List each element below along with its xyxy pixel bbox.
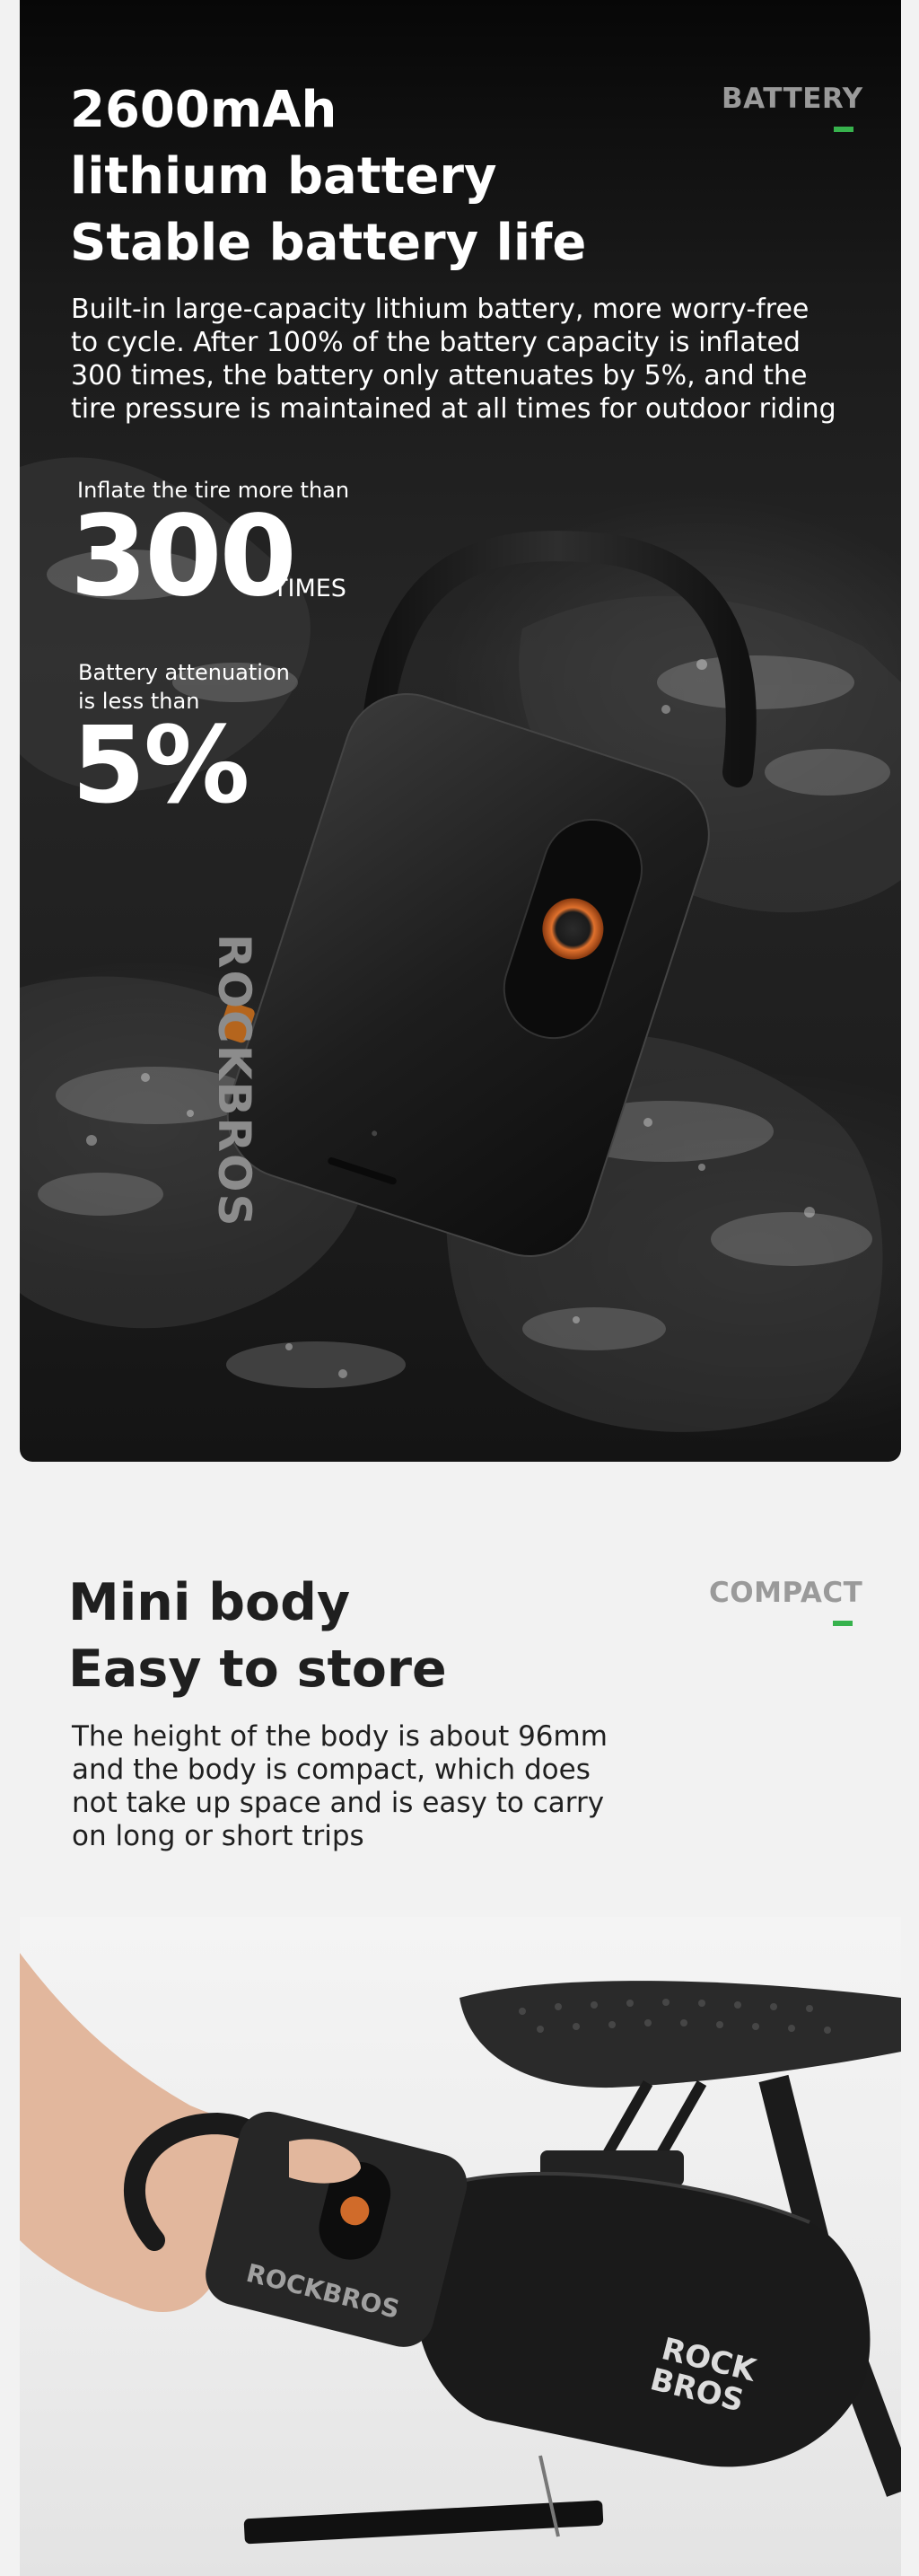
headline-line: lithium battery <box>70 147 497 206</box>
headline-line: 2600mAh <box>70 81 337 139</box>
headline-line: Mini body <box>68 1573 351 1632</box>
battery-description: Built-in large-capacity lithium battery,… <box>71 293 836 426</box>
compact-description: The height of the body is about 96mm and… <box>72 1720 608 1853</box>
headline-line: Easy to store <box>68 1640 447 1699</box>
description-line: not take up space and is easy to carry <box>72 1787 605 1819</box>
pump-brand-logo: ROCKBROS <box>208 934 260 1228</box>
battery-tag: BATTERY <box>722 83 863 115</box>
inflate-stat-unit: TIMES <box>273 575 346 602</box>
saddle-bag-illustration: ROCK BROS ROCKBROS <box>20 1953 901 2545</box>
description-line: on long or short trips <box>72 1820 364 1852</box>
compact-tag-accent <box>833 1621 853 1626</box>
description-line: The height of the body is about 96mm <box>72 1720 608 1753</box>
description-line: and the body is compact, which does <box>72 1754 591 1786</box>
inflate-stat-value: 300 <box>70 492 297 621</box>
battery-section: BATTERY 2600mAh lithium battery Stable b… <box>20 0 901 1462</box>
description-line: tire pressure is maintained at all times… <box>71 393 836 425</box>
attenuation-stat-value: 5% <box>72 703 249 827</box>
label-line: Battery attenuation <box>78 660 290 685</box>
description-line: Built-in large-capacity lithium battery,… <box>71 294 810 325</box>
battery-tag-accent <box>834 127 853 132</box>
compact-headline: Mini body Easy to store <box>68 1569 447 1702</box>
compact-tag: COMPACT <box>709 1577 863 1609</box>
battery-headline: 2600mAh lithium battery Stable battery l… <box>70 77 586 277</box>
saddle-bag-photo: ROCK BROS ROCKBROS <box>20 1917 901 2576</box>
description-line: to cycle. After 100% of the battery capa… <box>71 327 801 358</box>
headline-line: Stable battery life <box>70 214 587 272</box>
description-line: 300 times, the battery only attenuates b… <box>71 360 808 391</box>
